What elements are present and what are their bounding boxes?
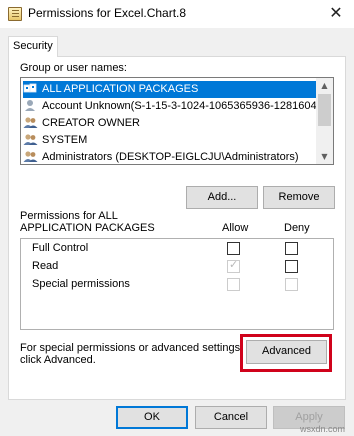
- list-item-label: SYSTEM: [42, 134, 88, 146]
- packages-icon: [23, 83, 37, 93]
- remove-button[interactable]: Remove: [263, 186, 335, 209]
- allow-column-label: Allow: [222, 222, 249, 234]
- special-permissions-line1: For special permissions or advanced sett…: [20, 342, 244, 354]
- full-control-deny-checkbox[interactable]: [285, 242, 298, 255]
- checkmark-icon: ✓: [229, 258, 239, 271]
- list-item-label: CREATOR OWNER: [42, 117, 140, 129]
- group-names-label: Group or user names:: [20, 62, 127, 74]
- list-item[interactable]: CREATOR OWNER: [23, 115, 317, 132]
- list-item[interactable]: SYSTEM: [23, 132, 317, 149]
- list-item[interactable]: ALL APPLICATION PACKAGES: [23, 81, 317, 98]
- permission-row-label: Read: [32, 260, 59, 272]
- group-user-list[interactable]: ALL APPLICATION PACKAGES Account Unknown…: [20, 77, 334, 165]
- list-item-label: Administrators (DESKTOP-EIGLCJU\Administ…: [42, 151, 299, 163]
- group-list-scrollbar[interactable]: ▲ ▼: [316, 78, 333, 164]
- permission-row-label: Special permissions: [32, 278, 130, 290]
- read-deny-checkbox[interactable]: [285, 260, 298, 273]
- deny-column-label: Deny: [284, 222, 310, 234]
- users-icon: [23, 117, 38, 128]
- advanced-highlight-box: [240, 334, 332, 372]
- list-item-label: ALL APPLICATION PACKAGES: [42, 83, 199, 95]
- special-deny-checkbox[interactable]: [285, 278, 298, 291]
- special-permissions-line2: click Advanced.: [20, 354, 96, 366]
- window-title: Permissions for Excel.Chart.8: [28, 6, 187, 20]
- special-allow-checkbox[interactable]: [227, 278, 240, 291]
- add-button[interactable]: Add...: [186, 186, 258, 209]
- ok-button[interactable]: OK: [116, 406, 188, 429]
- permissions-header-line2: APPLICATION PACKAGES: [20, 222, 155, 234]
- permissions-window-icon: [8, 7, 22, 21]
- scroll-down-icon[interactable]: ▼: [316, 149, 333, 164]
- permission-row-label: Full Control: [32, 242, 89, 254]
- cancel-button[interactable]: Cancel: [195, 406, 267, 429]
- users-icon: [23, 151, 38, 162]
- list-item[interactable]: Account Unknown(S-1-15-3-1024-1065365936…: [23, 98, 317, 115]
- read-allow-checkbox[interactable]: ✓: [227, 258, 240, 273]
- scroll-thumb[interactable]: [318, 94, 331, 126]
- full-control-allow-checkbox[interactable]: [227, 242, 240, 255]
- permissions-header-line1: Permissions for ALL: [20, 210, 118, 222]
- unknown-user-icon: [25, 100, 35, 111]
- scroll-up-icon[interactable]: ▲: [316, 78, 333, 93]
- users-icon: [23, 134, 38, 145]
- list-item-label: Account Unknown(S-1-15-3-1024-1065365936…: [42, 100, 317, 112]
- tab-security-label: Security: [13, 40, 53, 52]
- close-icon[interactable]: ✕: [322, 2, 350, 24]
- watermark-text: wsxdn.com: [300, 424, 346, 434]
- list-item[interactable]: Administrators (DESKTOP-EIGLCJU\Administ…: [23, 149, 317, 164]
